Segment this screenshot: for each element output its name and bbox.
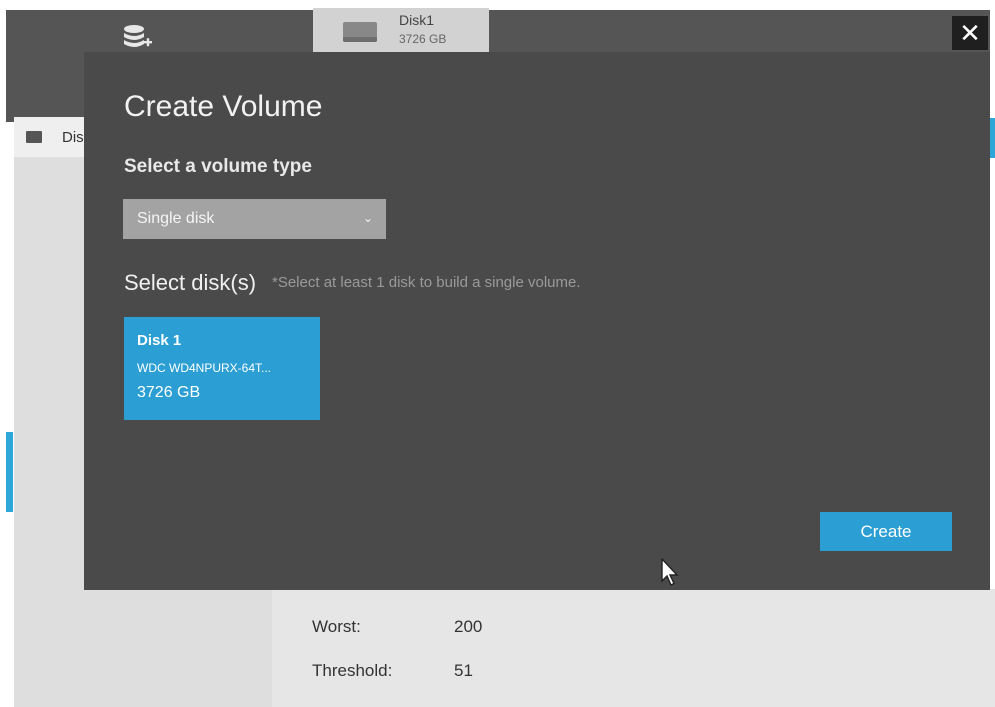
hard-disk-icon bbox=[343, 22, 377, 42]
hard-disk-icon bbox=[26, 131, 42, 143]
disk-tab-name: Disk1 bbox=[399, 12, 435, 28]
volume-type-label: Select a volume type bbox=[124, 156, 312, 177]
stat-value-threshold: 51 bbox=[454, 661, 473, 680]
create-volume-dialog: Create Volume Select a volume type Singl… bbox=[84, 25, 990, 590]
disk-tab-size: 3726 GB bbox=[399, 32, 447, 46]
mouse-pointer-icon bbox=[661, 558, 679, 586]
disk-card[interactable]: Disk 1 WDC WD4NPURX-64T... 3726 GB bbox=[124, 317, 320, 420]
disk-tab[interactable]: Disk1 3726 GB bbox=[313, 8, 489, 54]
stat-value-worst: 200 bbox=[454, 617, 483, 636]
disk-card-size: 3726 GB bbox=[137, 384, 201, 401]
close-button[interactable]: ✕ bbox=[952, 16, 988, 50]
disk-details-panel: Worst: 200 Threshold: 51 bbox=[272, 589, 995, 707]
left-list-item-label: Dis bbox=[62, 129, 84, 146]
stat-label-threshold: Threshold: bbox=[312, 661, 393, 680]
chevron-down-icon: ⌄ bbox=[363, 211, 374, 225]
volume-type-value: Single disk bbox=[137, 210, 215, 227]
disk-card-name: Disk 1 bbox=[137, 332, 182, 349]
volume-type-select[interactable]: Single disk ⌄ bbox=[123, 199, 386, 239]
select-disks-label: Select disk(s) bbox=[124, 270, 257, 295]
disk-card-model: WDC WD4NPURX-64T... bbox=[137, 361, 272, 375]
dialog-title: Create Volume bbox=[124, 90, 323, 123]
create-button[interactable]: Create bbox=[820, 512, 952, 551]
left-scroll-accent bbox=[6, 432, 13, 512]
stat-label-worst: Worst: bbox=[312, 617, 361, 636]
database-add-icon bbox=[124, 25, 152, 47]
select-disks-hint: *Select at least 1 disk to build a singl… bbox=[272, 274, 581, 291]
